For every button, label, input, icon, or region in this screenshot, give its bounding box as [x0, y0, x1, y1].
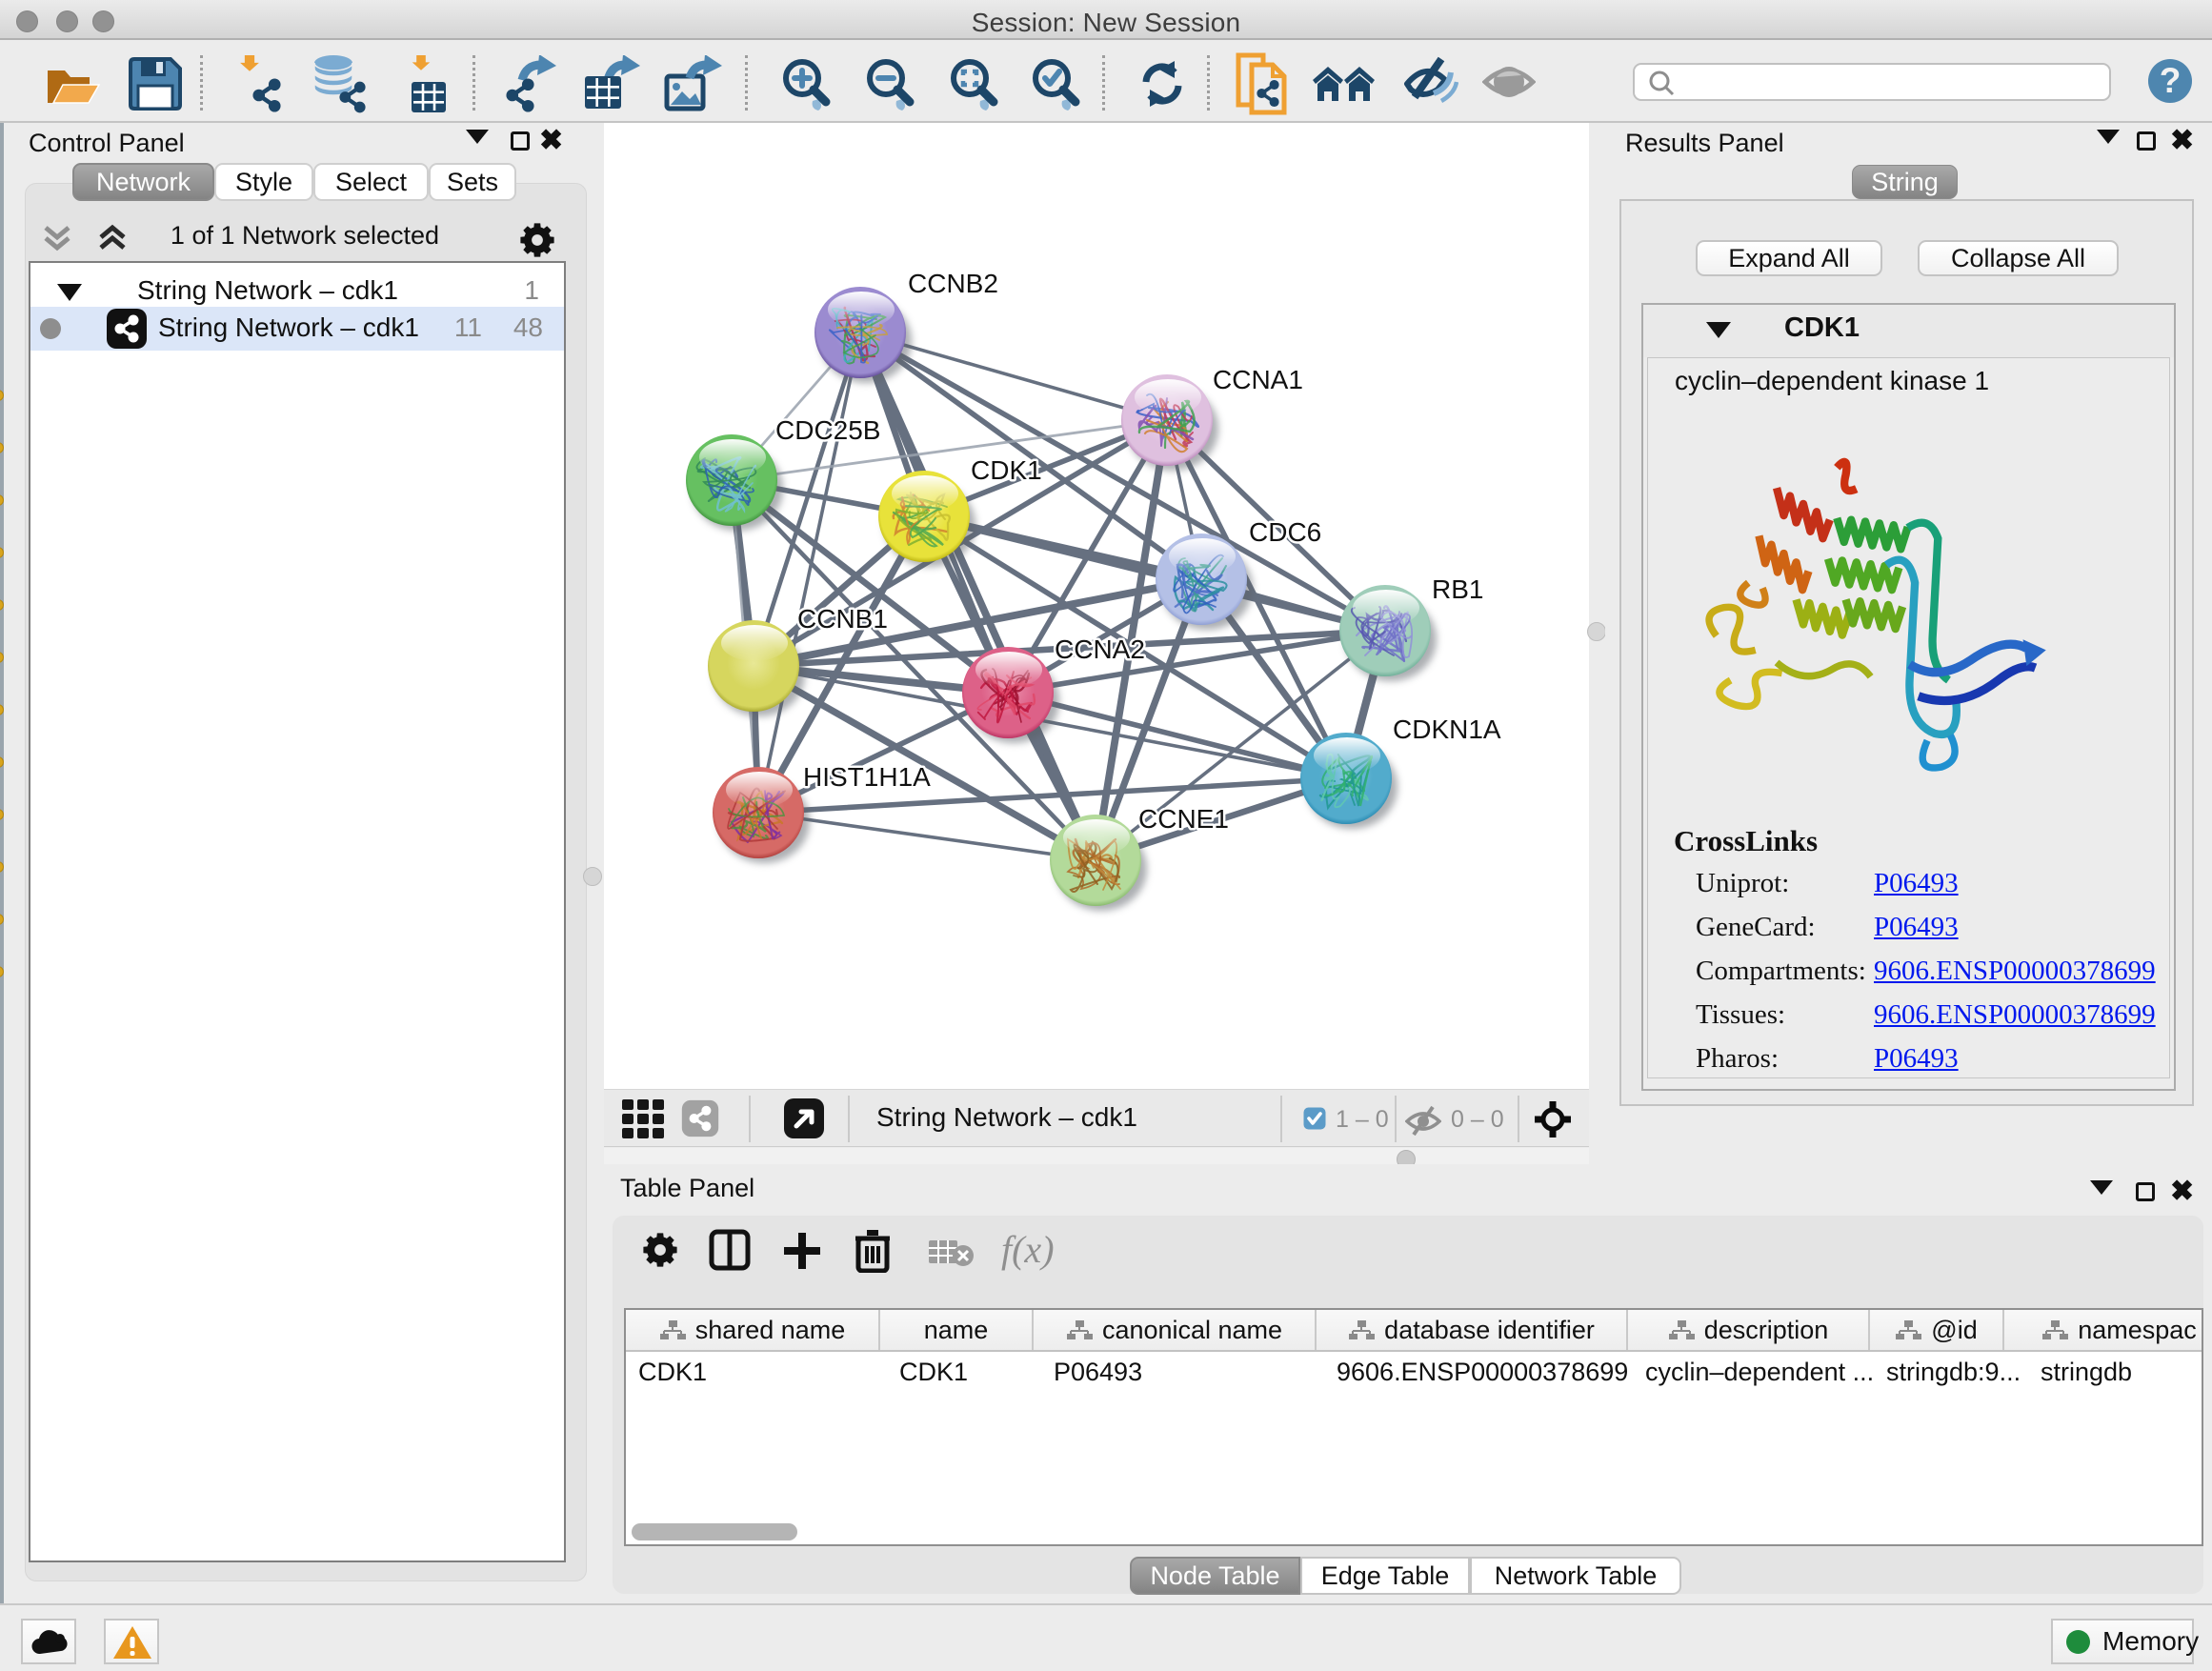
svg-text:CCNE1: CCNE1	[1138, 804, 1229, 834]
svg-text:CDK1: CDK1	[971, 455, 1042, 485]
svg-text:?: ?	[2160, 61, 2182, 100]
svg-text:CCNB2: CCNB2	[908, 269, 998, 298]
svg-text:CDC6: CDC6	[1249, 517, 1321, 547]
svg-text:CDC25B: CDC25B	[775, 415, 880, 445]
svg-text:CDKN1A: CDKN1A	[1393, 715, 1501, 744]
svg-text:CCNA1: CCNA1	[1213, 365, 1303, 394]
svg-text:CCNB1: CCNB1	[797, 604, 888, 634]
svg-text:CCNA2: CCNA2	[1055, 634, 1145, 664]
svg-text:RB1: RB1	[1432, 574, 1483, 604]
svg-text:HIST1H1A: HIST1H1A	[803, 762, 931, 792]
